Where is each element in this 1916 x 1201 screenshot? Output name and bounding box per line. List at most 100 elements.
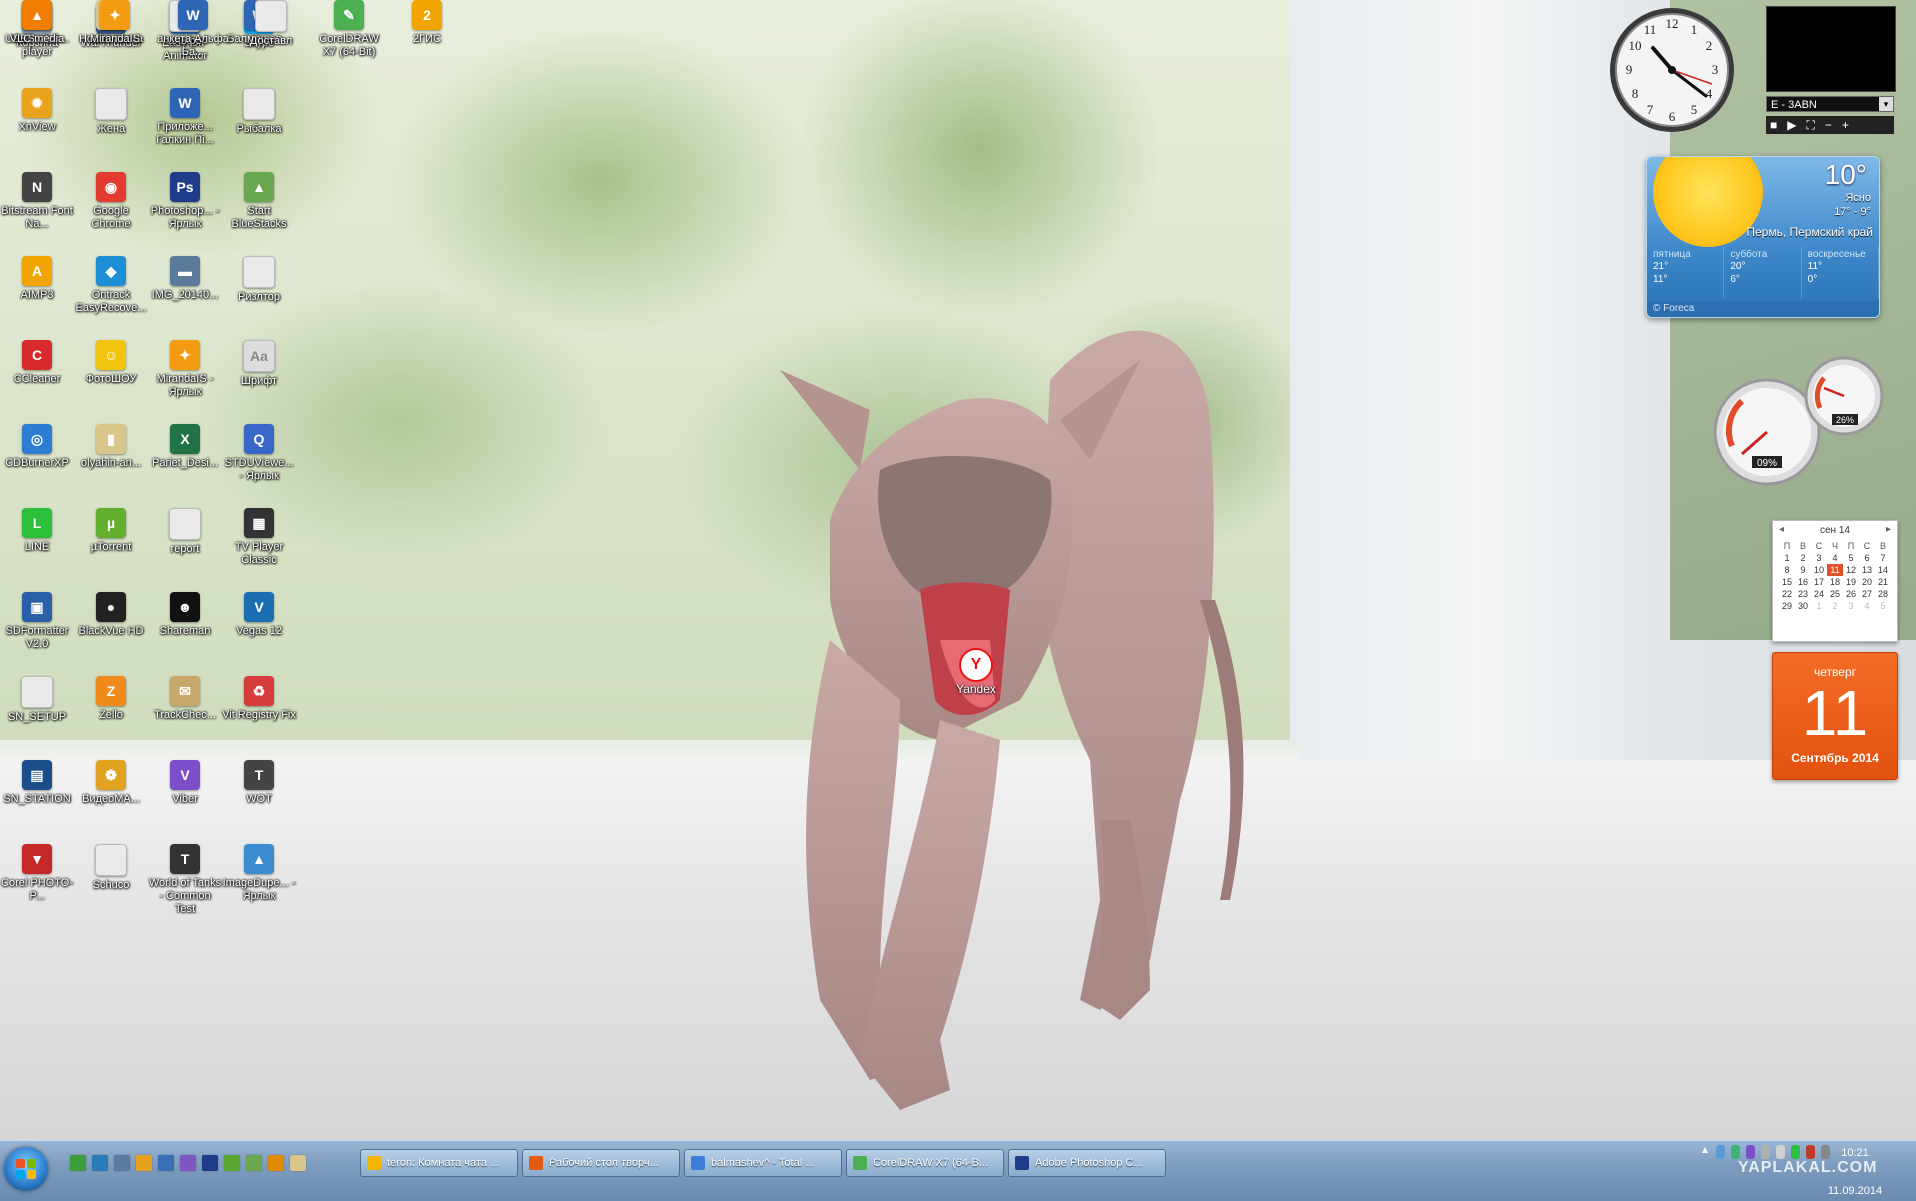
desktop-icon-img-20140[interactable]: ▬ IMG_20140... xyxy=(148,256,222,302)
desktop-icon-приложе-галкин-п[interactable]: W Приложе... Галкин Пі... xyxy=(148,88,222,147)
desktop-icon-aimp3[interactable]: A AIMP3 xyxy=(0,256,74,302)
desktop-icon-pariet-desi[interactable]: X Pariet_Desi... xyxy=(148,424,222,470)
calendar-day[interactable]: 5 xyxy=(1875,600,1891,612)
desktop-icon-olyahin-an[interactable]: ▮ olyahin-an... xyxy=(74,424,148,470)
weather-provider[interactable]: © Foreca xyxy=(1647,301,1879,317)
chevron-right-icon[interactable]: ▸ xyxy=(1886,524,1891,535)
desktop-icon-schuco[interactable]: Schuco xyxy=(74,844,148,892)
fullscreen-icon[interactable]: ⛶ xyxy=(1806,118,1814,133)
desktop-icon-видеома[interactable]: ❁ ВидеоМА... xyxy=(74,760,148,806)
desktop-icon-cdburnerxp[interactable]: ◎ CDBurnerXP xyxy=(0,424,74,470)
quick-launch-icon[interactable] xyxy=(114,1155,130,1171)
desktop-icon-coreldraw-x7-64-bit[interactable]: ✎ CorelDRAW X7 (64-Bit) xyxy=(312,0,386,59)
calendar-day[interactable]: 17 xyxy=(1811,576,1827,588)
desktop-icon-torrent[interactable]: µ µTorrent xyxy=(74,508,148,554)
calendar-day[interactable]: 11 xyxy=(1827,564,1843,576)
calendar-day[interactable]: 13 xyxy=(1859,564,1875,576)
tray-icon[interactable] xyxy=(1790,1145,1800,1159)
calendar-day[interactable]: 6 xyxy=(1859,552,1875,564)
taskbar-button[interactable]: balmashev^ - Total ... xyxy=(684,1149,842,1177)
quick-launch-icon[interactable] xyxy=(290,1155,306,1171)
quick-launch-icon[interactable] xyxy=(246,1155,262,1171)
quick-launch-icon[interactable] xyxy=(70,1155,86,1171)
desktop-icon-анкета-альфа-ба[interactable]: Wанкета Альфа Ба... xyxy=(156,0,230,59)
start-button[interactable] xyxy=(4,1147,48,1191)
calendar-day[interactable]: 28 xyxy=(1875,588,1891,600)
desktop-icon-start-bluestacks[interactable]: ▲ Start BlueStacks xyxy=(222,172,296,231)
desktop-icon-рыбалка[interactable]: Рыбалка xyxy=(222,88,296,136)
desktop-icon-ризлтор[interactable]: Ризлтор xyxy=(222,256,296,304)
desktop-icon-google-chrome[interactable]: ◉ Google Chrome xyxy=(74,172,148,231)
calendar-day[interactable]: 1 xyxy=(1779,552,1795,564)
volume-up-icon[interactable]: + xyxy=(1842,118,1849,132)
desktop-icon-xnview[interactable]: ✹ XnView xyxy=(0,88,74,134)
tray-icon[interactable] xyxy=(1775,1145,1785,1159)
clock-gadget[interactable]: 12 12 345 678 91011 xyxy=(1608,6,1736,134)
cpu-meter-gadget[interactable]: 09% 26% xyxy=(1712,356,1892,486)
calendar-day[interactable]: 15 xyxy=(1779,576,1795,588)
calendar-day[interactable]: 16 xyxy=(1795,576,1811,588)
desktop-icon-ccleaner[interactable]: C CCleaner xyxy=(0,340,74,386)
desktop-icon-vit-registry-fix[interactable]: ♻ Vit Registry Fix xyxy=(222,676,296,722)
media-player-screen[interactable] xyxy=(1766,6,1896,92)
media-player-gadget[interactable]: E - 3ABN ▾ ■ ▶ ⛶ − + xyxy=(1766,6,1900,136)
calendar-day[interactable]: 26 xyxy=(1843,588,1859,600)
desktop-icon-wot[interactable]: T WOT xyxy=(222,760,296,806)
calendar-day[interactable]: 2 xyxy=(1827,600,1843,612)
desktop-icon-mirandais[interactable]: ✦ MirandaIS xyxy=(78,0,152,46)
desktop-icon-vlc-media-player[interactable]: ▲ VLC media player xyxy=(0,0,74,59)
calendar-day[interactable]: 9 xyxy=(1795,564,1811,576)
calendar-day[interactable]: 30 xyxy=(1795,600,1811,612)
calendar-day[interactable]: 21 xyxy=(1875,576,1891,588)
stop-icon[interactable]: ■ xyxy=(1770,118,1777,132)
play-icon[interactable]: ▶ xyxy=(1787,118,1796,132)
day-card-gadget[interactable]: четверг 11 Сентябрь 2014 xyxy=(1772,652,1898,780)
desktop-icon-sn-station[interactable]: ▤ SN_STATION xyxy=(0,760,74,806)
tray-icon[interactable] xyxy=(1715,1145,1725,1159)
desktop-icon-report[interactable]: report xyxy=(148,508,222,556)
tray-icon[interactable] xyxy=(1760,1145,1770,1159)
calendar-day[interactable]: 20 xyxy=(1859,576,1875,588)
calendar-day[interactable]: 4 xyxy=(1827,552,1843,564)
desktop-icon-viber[interactable]: V Viber xyxy=(148,760,222,806)
tray-icon[interactable] xyxy=(1730,1145,1740,1159)
taskbar-clock[interactable]: 10:21 11.09.2014 xyxy=(1810,1145,1900,1199)
calendar-day[interactable]: 22 xyxy=(1779,588,1795,600)
calendar-day[interactable]: 2 xyxy=(1795,552,1811,564)
quick-launch-icon[interactable] xyxy=(158,1155,174,1171)
quick-launch-icon[interactable] xyxy=(136,1155,152,1171)
chevron-down-icon[interactable]: ▾ xyxy=(1879,97,1893,111)
calendar-day[interactable]: 8 xyxy=(1779,564,1795,576)
desktop-icon-фотошоу[interactable]: ☺ ФотоШОУ xyxy=(74,340,148,386)
quick-launch-icon[interactable] xyxy=(180,1155,196,1171)
calendar-day[interactable]: 19 xyxy=(1843,576,1859,588)
desktop-icon-2гис[interactable]: 2 2ГИС xyxy=(390,0,464,46)
taskbar-button[interactable]: CorelDRAW X7 (64-B... xyxy=(846,1149,1004,1177)
desktop-icon-stduviewe-ярлык[interactable]: Q STDUViewe... - Ярлык xyxy=(222,424,296,483)
desktop-icon-photoshop-ярлык[interactable]: Ps Photoshop... - Ярлык xyxy=(148,172,222,231)
calendar-gadget[interactable]: ◂ сен 14 ▸ П В С Ч П С В 1 2 3 4 5 6 7 8 9 10 11 12 13 14 15 1… xyxy=(1772,520,1898,642)
taskbar-button[interactable]: teron: Комната чата ... xyxy=(360,1149,518,1177)
chevron-left-icon[interactable]: ◂ xyxy=(1779,524,1784,535)
desktop-icon-tv-player-classic[interactable]: ▦ TV Player Classic xyxy=(222,508,296,567)
desktop-icon-доставл[interactable]: Доставл xyxy=(234,0,308,48)
calendar-day[interactable]: 12 xyxy=(1843,564,1859,576)
calendar-day[interactable]: 1 xyxy=(1811,600,1827,612)
calendar-day[interactable]: 29 xyxy=(1779,600,1795,612)
show-hidden-icons-icon[interactable]: ▲ xyxy=(1700,1145,1710,1159)
desktop-icon-shareman[interactable]: ☻ Shareman xyxy=(148,592,222,638)
calendar-day[interactable]: 3 xyxy=(1843,600,1859,612)
tray-icon[interactable] xyxy=(1745,1145,1755,1159)
taskbar-button[interactable]: Рабочий стол творч... xyxy=(522,1149,680,1177)
quick-launch-icon[interactable] xyxy=(224,1155,240,1171)
calendar-day[interactable]: 7 xyxy=(1875,552,1891,564)
channel-select[interactable]: E - 3ABN ▾ xyxy=(1766,96,1894,112)
calendar-day[interactable]: 24 xyxy=(1811,588,1827,600)
desktop-icon-yandex[interactable]: Y Yandex xyxy=(951,648,1001,696)
calendar-day[interactable]: 23 xyxy=(1795,588,1811,600)
taskbar-button[interactable]: Adobe Photoshop C... xyxy=(1008,1149,1166,1177)
desktop-icon-ontrack-easyrecove[interactable]: ◆ Ontrack EasyRecove... xyxy=(74,256,148,315)
calendar-day[interactable]: 25 xyxy=(1827,588,1843,600)
desktop-icon-sdformatter-v2-0[interactable]: ▣ SDFormatter V2.0 xyxy=(0,592,74,651)
calendar-day[interactable]: 18 xyxy=(1827,576,1843,588)
